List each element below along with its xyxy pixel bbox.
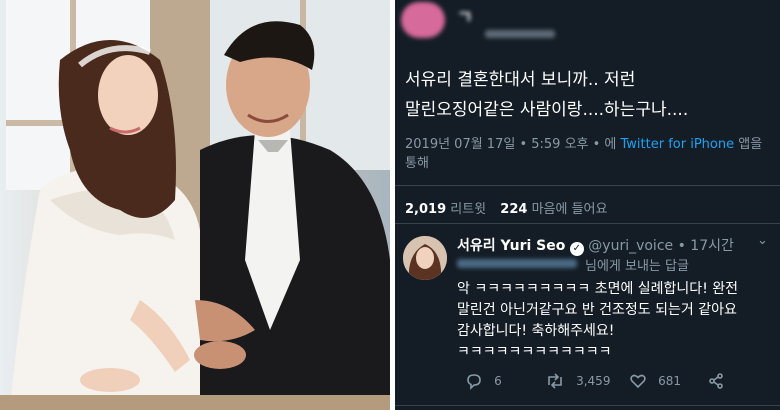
reply-action[interactable]: 6 xyxy=(465,370,502,390)
share-action[interactable] xyxy=(707,370,725,389)
divider xyxy=(395,223,780,224)
retweet-icon xyxy=(548,372,562,389)
reply-body-line-4: ㅋㅋㅋㅋㅋㅋㅋㅋㅋㅋㅋㅋ xyxy=(457,344,612,360)
tweet-body-line-2: 말린오징어같은 사람이랑....하는구나.... xyxy=(405,100,689,120)
like-action[interactable]: 681 xyxy=(629,370,681,388)
reply-body-line-1: 악 ㅋㅋㅋㅋㅋㅋㅋㅋㅋ 초면에 실례합니다! 완전 xyxy=(457,281,739,297)
reply-avatar-image xyxy=(403,236,447,280)
divider xyxy=(395,185,780,186)
retweet-action[interactable]: 3,459 xyxy=(545,370,611,389)
tweet-timestamp[interactable]: 2019년 07월 17일 • 5:59 오후 • 에 xyxy=(405,137,621,152)
tweet-panel: ㄱ 서유리 결혼한대서 보니까.. 저런 말린오징어같은 사람이랑....하는구… xyxy=(395,0,780,410)
tweet-body-line-1: 서유리 결혼한대서 보니까.. 저런 xyxy=(405,70,636,90)
tweet-client-link[interactable]: Twitter for iPhone xyxy=(621,137,735,152)
divider xyxy=(395,405,780,406)
verified-badge-icon: ✓ xyxy=(569,242,584,256)
tweet-meta: 2019년 07월 17일 • 5:59 오후 • 에 Twitter for … xyxy=(405,133,762,152)
wedding-photo xyxy=(0,0,390,410)
reply-avatar[interactable] xyxy=(403,236,447,280)
tweet-meta-line-2: 통해 xyxy=(405,156,429,171)
wedding-photo-illustration xyxy=(0,0,390,410)
tweet-meta-suffix: 앱을 xyxy=(734,137,763,152)
reply-to-suffix: 님에게 보내는 답글 xyxy=(585,259,689,274)
author-avatar[interactable] xyxy=(401,2,445,38)
reply-body-line-2: 말린건 아닌거같구요 반 건조정도 되는거 같아요 xyxy=(457,302,737,318)
reply-count: 6 xyxy=(494,373,502,388)
reply-like-count: 681 xyxy=(658,373,681,388)
like-count[interactable]: 224 xyxy=(500,202,527,217)
comment-icon xyxy=(467,373,481,390)
reply-display-name[interactable]: 서유리 Yuri Seo xyxy=(457,238,565,254)
reply-author-line: 서유리 Yuri Seo ✓ @yuri_voice • 17시간 xyxy=(457,235,734,256)
reply-body-line-3: 감사합니다! 축하해주세요! xyxy=(457,323,615,339)
author-name[interactable]: ㄱ xyxy=(457,3,473,28)
author-handle[interactable] xyxy=(485,30,555,38)
reply-to-handle[interactable] xyxy=(457,259,577,268)
reply-time[interactable]: • 17시간 xyxy=(678,238,734,254)
like-label[interactable]: 마음에 들어요 xyxy=(532,202,608,217)
tweet-stats: 2,019 리트윗 224 마음에 들어요 xyxy=(405,198,607,217)
heart-icon xyxy=(630,374,646,388)
reply-retweet-count: 3,459 xyxy=(576,373,611,388)
reply-handle[interactable]: @yuri_voice xyxy=(588,238,673,254)
retweet-label[interactable]: 리트윗 xyxy=(450,202,486,217)
more-options-icon[interactable]: ⌄ xyxy=(757,233,768,248)
share-icon xyxy=(709,372,723,389)
retweet-count[interactable]: 2,019 xyxy=(405,202,446,217)
